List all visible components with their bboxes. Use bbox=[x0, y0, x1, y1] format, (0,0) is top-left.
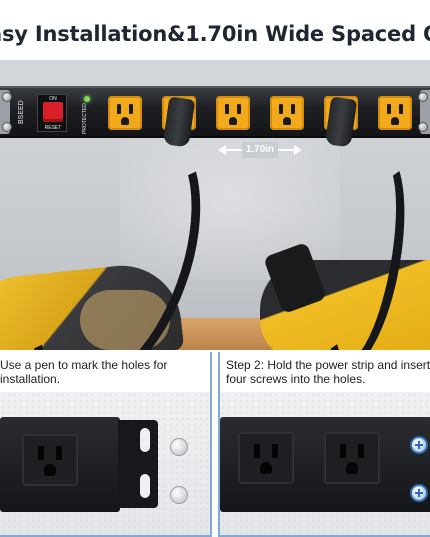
step-2-panel: Step 2: Hold the power strip and insert … bbox=[218, 352, 430, 537]
mount-screw-icon bbox=[418, 92, 428, 102]
power-switch: ON RESET bbox=[37, 94, 67, 132]
mount-screw-icon bbox=[418, 122, 428, 132]
step-2-image bbox=[220, 392, 430, 535]
switch-reset-label: RESET bbox=[44, 125, 62, 131]
screw-icon bbox=[410, 484, 428, 502]
protected-label: PROTECTED bbox=[82, 103, 88, 134]
headline: asy Installation&1.70in Wide Spaced Outl… bbox=[0, 22, 430, 46]
outlet bbox=[270, 96, 304, 130]
screw-icon bbox=[410, 436, 428, 454]
outlet bbox=[324, 432, 380, 484]
step-1-text: Use a pen to mark the holes for installa… bbox=[0, 358, 168, 386]
arrow-left-icon bbox=[218, 145, 226, 155]
outlet bbox=[216, 96, 250, 130]
mount-screw-icon bbox=[2, 122, 12, 132]
product-photo: BSEED ON RESET PROTECTED 1.70in bbox=[0, 60, 430, 350]
mounting-bracket bbox=[118, 420, 158, 508]
protected-led-icon bbox=[84, 96, 90, 102]
outlet bbox=[378, 96, 412, 130]
spacing-label: 1.70in bbox=[242, 142, 278, 158]
brand-logo: BSEED bbox=[18, 100, 25, 124]
screw-icon bbox=[170, 486, 188, 504]
outlet bbox=[238, 432, 294, 484]
outlet bbox=[108, 96, 142, 130]
keyhole-icon bbox=[140, 428, 150, 452]
step-1-image bbox=[0, 392, 210, 535]
step-2-text: Step 2: Hold the power strip and insert … bbox=[226, 358, 430, 386]
screw-icon bbox=[170, 438, 188, 456]
rocker-switch bbox=[43, 102, 63, 122]
outlet bbox=[22, 434, 78, 486]
mount-screw-icon bbox=[2, 92, 12, 102]
arrow-right-icon bbox=[294, 145, 302, 155]
spacing-measure: 1.70in bbox=[218, 142, 302, 158]
step-1-panel: Use a pen to mark the holes for installa… bbox=[0, 352, 212, 537]
keyhole-icon bbox=[140, 474, 150, 498]
plug-right bbox=[324, 96, 358, 148]
